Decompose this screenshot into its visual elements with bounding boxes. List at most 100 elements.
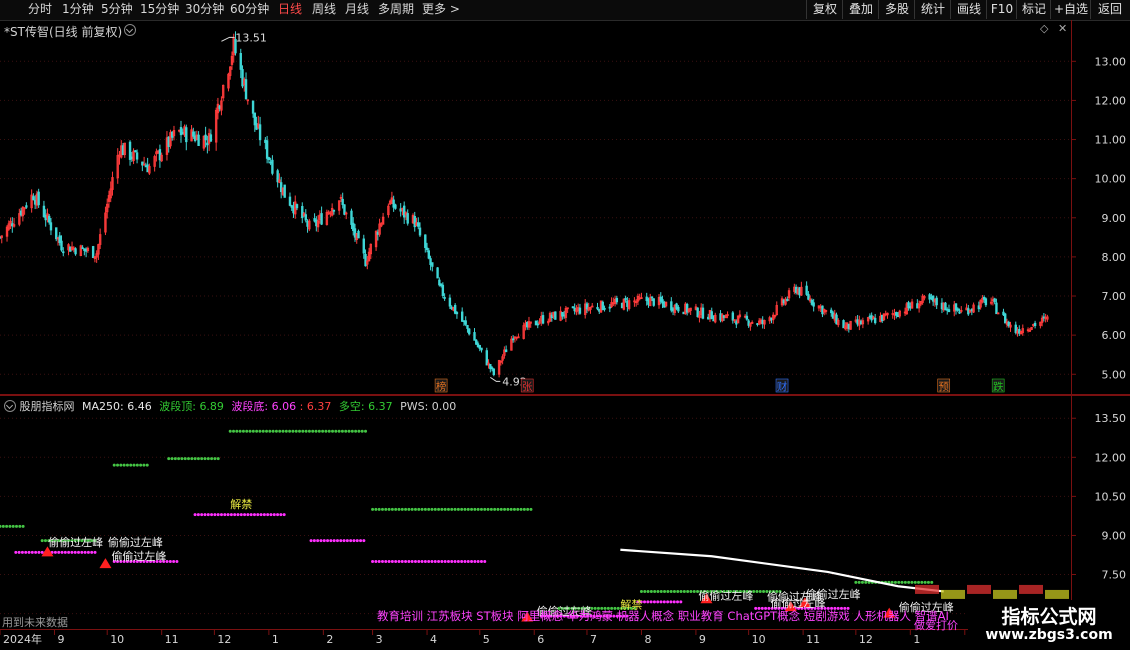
candle-body xyxy=(283,184,286,198)
date-tick-label: 4 xyxy=(430,633,437,646)
band-top-dot xyxy=(529,507,533,511)
band-bottom-dot xyxy=(233,513,237,517)
band-top-dot xyxy=(374,507,378,511)
band-bottom-dot xyxy=(90,550,94,554)
date-tick-label: 1 xyxy=(913,633,920,646)
band-top-dot xyxy=(278,429,282,433)
band-top-dot xyxy=(125,463,129,467)
date-tick-label: 11 xyxy=(806,633,820,646)
btn-mark[interactable]: 标记 xyxy=(1016,0,1051,19)
candle-body xyxy=(204,134,207,141)
btn-add-watchlist[interactable]: +自选 xyxy=(1050,0,1091,19)
candle-body xyxy=(320,213,323,225)
price-chart[interactable]: 13.514.92榜张财预跌 xyxy=(0,22,1072,394)
candle-body xyxy=(805,285,808,295)
band-top-dot xyxy=(15,524,18,528)
band-bottom-dot xyxy=(420,559,424,563)
band-top-dot xyxy=(450,507,454,511)
tf-1min[interactable]: 1分钟 xyxy=(62,1,94,18)
date-tick-label: 9 xyxy=(699,633,706,646)
band-top-dot xyxy=(499,507,503,511)
date-tick-label: 6 xyxy=(537,633,544,646)
btn-draw[interactable]: 画线 xyxy=(950,0,987,19)
band-bottom-dot xyxy=(67,550,71,554)
watermark-title: 指标公式网 xyxy=(1001,606,1097,628)
band-bottom-dot xyxy=(446,559,450,563)
date-tick-label: 7 xyxy=(590,633,597,646)
band-bottom-dot xyxy=(226,513,230,517)
tf-fenshi[interactable]: 分时 xyxy=(28,1,52,18)
tf-60min[interactable]: 60分钟 xyxy=(230,1,269,18)
band-bottom-dot xyxy=(206,513,210,517)
candle-body xyxy=(473,332,476,341)
band-bottom-dot xyxy=(390,559,394,563)
btn-back[interactable]: 返回 xyxy=(1090,0,1129,19)
pass-left-peak-label: 偷偷过左峰 xyxy=(698,588,753,602)
btn-overlay[interactable]: 叠加 xyxy=(842,0,879,19)
band-bottom-dot xyxy=(329,539,333,543)
label-cluster-block xyxy=(1019,584,1043,594)
btn-multi-stock[interactable]: 多股 xyxy=(878,0,915,19)
band-top-dot xyxy=(420,507,424,511)
panel-divider[interactable] xyxy=(0,394,1130,396)
band-bottom-dot xyxy=(440,559,444,563)
band-bottom-dot xyxy=(349,539,353,543)
tf-daily[interactable]: 日线 xyxy=(278,1,302,18)
band-bottom-dot xyxy=(473,559,477,563)
band-bottom-dot xyxy=(93,550,97,554)
candle-body xyxy=(786,299,789,301)
price-tick-label: 9.00 xyxy=(1102,212,1127,225)
indicator-chart[interactable]: 偷偷过左峰 偷偷过左峰偷偷过左峰偷偷过左峰偷偷过左峰 偷偷过左峰偷偷过左峰偷偷过左峰… xyxy=(0,396,1072,628)
price-tick-label: 13.00 xyxy=(1095,55,1127,68)
band-bottom-dot xyxy=(646,600,650,604)
band-bottom-dot xyxy=(352,539,356,543)
band-top-dot xyxy=(920,580,924,584)
band-top-dot xyxy=(248,429,252,433)
btn-f10[interactable]: F10 xyxy=(986,0,1017,19)
price-tick-label: 11.00 xyxy=(1095,134,1127,147)
band-top-dot xyxy=(653,589,657,593)
band-bottom-dot xyxy=(413,559,417,563)
date-tick-label: 1 xyxy=(272,633,279,646)
band-top-dot xyxy=(762,589,766,593)
high-label: 13.51 xyxy=(235,31,267,44)
tf-multi[interactable]: 多周期 xyxy=(378,1,414,18)
band-bottom-dot xyxy=(83,550,87,554)
band-bottom-dot xyxy=(210,513,214,517)
band-top-dot xyxy=(112,463,116,467)
band-top-dot xyxy=(890,580,894,584)
band-top-dot xyxy=(142,463,146,467)
band-top-dot xyxy=(433,507,437,511)
band-bottom-dot xyxy=(374,559,378,563)
btn-fuquan[interactable]: 复权 xyxy=(806,0,843,19)
candle-body xyxy=(25,205,28,208)
btn-stats[interactable]: 统计 xyxy=(914,0,951,19)
pass-left-peak-label: 偷偷过左峰 xyxy=(111,549,166,563)
band-bottom-dot xyxy=(223,513,227,517)
tf-monthly[interactable]: 月线 xyxy=(345,1,369,18)
tf-15min[interactable]: 15分钟 xyxy=(140,1,179,18)
candle-body xyxy=(455,312,459,315)
tf-30min[interactable]: 30分钟 xyxy=(185,1,224,18)
candle-body xyxy=(424,234,427,248)
band-top-dot xyxy=(446,507,450,511)
band-top-dot xyxy=(430,507,434,511)
band-top-dot xyxy=(177,457,181,461)
tf-weekly[interactable]: 周线 xyxy=(312,1,336,18)
band-bottom-dot xyxy=(73,550,77,554)
candle-body xyxy=(492,368,496,375)
band-top-dot xyxy=(122,463,126,467)
candle-body xyxy=(417,222,420,227)
band-bottom-dot xyxy=(70,550,74,554)
band-bottom-dot xyxy=(17,550,21,554)
buy-signal-triangle xyxy=(99,558,112,569)
tf-5min[interactable]: 5分钟 xyxy=(101,1,133,18)
band-bottom-dot xyxy=(443,559,447,563)
candle-body xyxy=(624,297,627,301)
band-top-dot xyxy=(18,524,22,528)
label-cluster-block xyxy=(915,584,939,594)
tf-more[interactable]: 更多 > xyxy=(422,1,460,18)
band-top-dot xyxy=(672,589,676,593)
band-top-dot xyxy=(526,507,530,511)
candle-body xyxy=(958,311,961,314)
